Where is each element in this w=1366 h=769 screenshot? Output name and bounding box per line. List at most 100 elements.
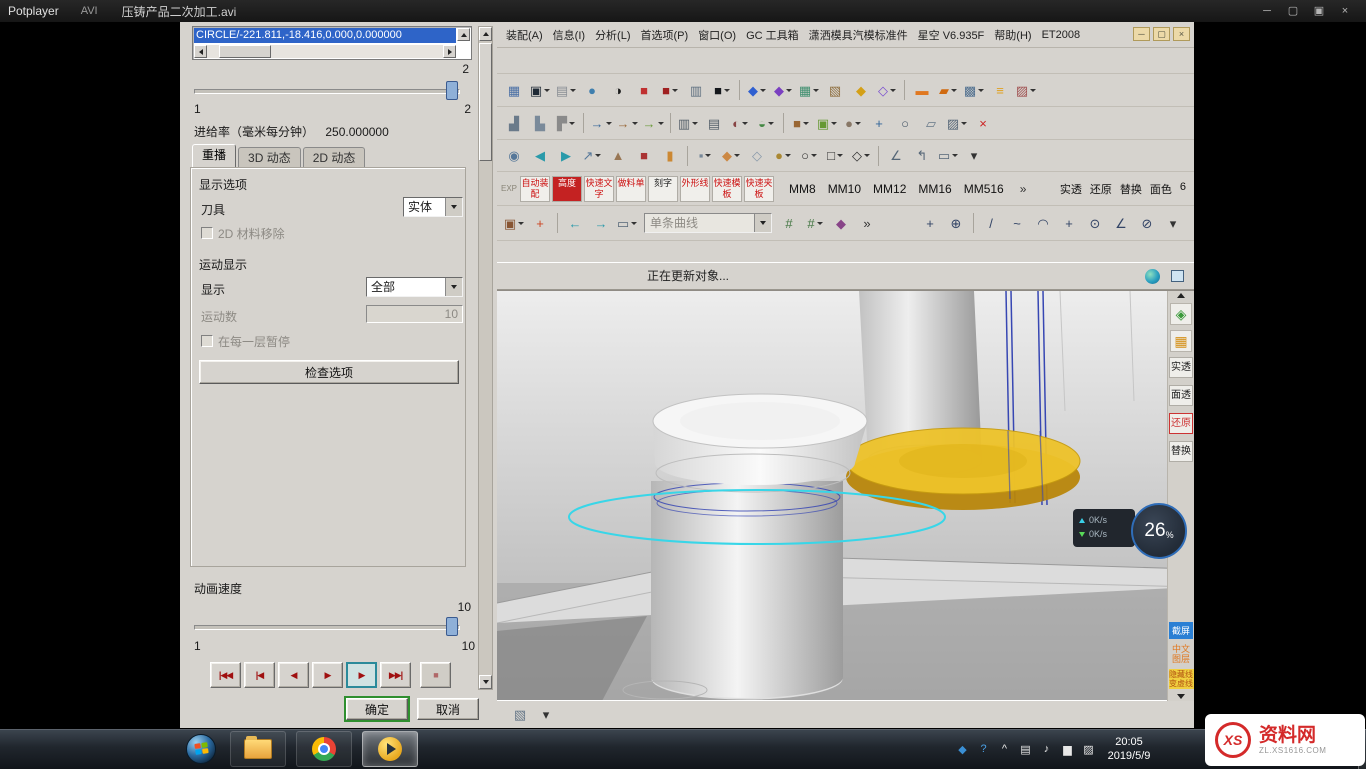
position-slider-thumb[interactable] bbox=[446, 81, 458, 100]
menu-item[interactable]: 装配(A) bbox=[501, 27, 548, 43]
toolbar-icon[interactable]: # bbox=[777, 211, 801, 235]
toolbar-icon[interactable]: ≡ bbox=[988, 78, 1012, 102]
close-button[interactable]: × bbox=[1332, 0, 1358, 22]
quick-button[interactable]: 刻字 bbox=[648, 176, 678, 202]
dialog-vscrollbar[interactable] bbox=[478, 26, 493, 690]
toolbar-icon[interactable]: ▨ bbox=[1014, 78, 1038, 102]
toolbar-icon[interactable]: ◀ bbox=[528, 144, 552, 168]
nx-minimize-button[interactable]: ─ bbox=[1133, 27, 1150, 41]
play-forward-button[interactable]: ▶ bbox=[312, 662, 343, 688]
toolbar-icon[interactable]: ▶ bbox=[554, 144, 578, 168]
pin-button[interactable]: ▣ bbox=[1306, 0, 1332, 22]
toolbar-icon[interactable]: ■ bbox=[789, 111, 813, 135]
gcode-listbox[interactable]: CIRCLE/-221.811,-18.416,0.000,0.000000 bbox=[192, 26, 472, 60]
go-to-start-button[interactable]: |◀◀ bbox=[210, 662, 241, 688]
toolbar-icon[interactable]: ▨ bbox=[945, 111, 969, 135]
toolbar-icon[interactable]: ↰ bbox=[910, 144, 934, 168]
toolbar-icon[interactable]: ◐ bbox=[728, 111, 752, 135]
scroll-left-icon[interactable] bbox=[194, 45, 207, 58]
snap-icon[interactable]: / bbox=[979, 211, 1003, 235]
toolbar-icon[interactable]: ▦ bbox=[502, 78, 526, 102]
toolbar-icon[interactable]: ▮ bbox=[658, 144, 682, 168]
scroll-up-icon[interactable] bbox=[1177, 293, 1185, 298]
toolbar-icon[interactable]: → bbox=[641, 111, 665, 135]
menu-item[interactable]: 星空 V6.935F bbox=[913, 27, 990, 43]
toolbar-icon[interactable]: → bbox=[615, 111, 639, 135]
gcode-selected-row[interactable]: CIRCLE/-221.811,-18.416,0.000,0.000000 bbox=[194, 28, 456, 43]
menu-item[interactable]: 潇洒模具汽模标准件 bbox=[804, 27, 913, 43]
toolbar-icon[interactable]: ◆ bbox=[829, 211, 853, 235]
nx-close-button[interactable]: × bbox=[1173, 27, 1190, 41]
quick-right-label[interactable]: 面色 bbox=[1150, 181, 1172, 197]
toolbar-icon[interactable]: » bbox=[855, 211, 879, 235]
toolbar-icon[interactable]: ▦ bbox=[797, 78, 821, 102]
taskbar-explorer-button[interactable] bbox=[230, 731, 286, 767]
toolbar-icon[interactable]: ▛ bbox=[554, 111, 578, 135]
workpiece-cylinder[interactable] bbox=[651, 481, 843, 698]
play-button[interactable]: ▶ bbox=[346, 662, 377, 688]
toolbar-icon[interactable]: ■ bbox=[632, 144, 656, 168]
check-options-button[interactable]: 检查选项 bbox=[199, 360, 459, 384]
toolbar-icon[interactable]: ▰ bbox=[936, 78, 960, 102]
toolbar-icon[interactable]: ← bbox=[563, 211, 587, 235]
toolbar-icon[interactable]: ▪ bbox=[693, 144, 717, 168]
snap-icon[interactable]: ∠ bbox=[1109, 211, 1133, 235]
toolbar-icon[interactable]: ○ bbox=[893, 111, 917, 135]
snap-icon[interactable]: + bbox=[918, 211, 942, 235]
ok-button[interactable]: 确定 bbox=[346, 698, 408, 720]
curve-rule-combobox[interactable]: 单条曲线 bbox=[644, 213, 772, 233]
cn-layer-button[interactable]: 中文图层 bbox=[1172, 644, 1190, 664]
nx-restore-button[interactable]: ▢ bbox=[1153, 27, 1170, 41]
mm-button[interactable]: MM8 bbox=[783, 182, 822, 196]
quick-right-label[interactable]: 实透 bbox=[1060, 181, 1082, 197]
toolbar-icon[interactable]: ∠ bbox=[884, 144, 908, 168]
toolbar-icon[interactable]: ▤ bbox=[702, 111, 726, 135]
menu-item[interactable]: 帮助(H) bbox=[989, 27, 1036, 43]
toolbar-icon[interactable]: ■ bbox=[658, 78, 682, 102]
hidden-line-button[interactable]: 隐藏线变虚线 bbox=[1169, 669, 1194, 689]
globe-icon[interactable] bbox=[1145, 269, 1160, 284]
quick-button[interactable]: 外形线 bbox=[680, 176, 710, 202]
stop-button[interactable]: ■ bbox=[420, 662, 451, 688]
toolbar-icon[interactable]: ▬ bbox=[910, 78, 934, 102]
toolbar-icon[interactable]: ▣ bbox=[502, 211, 526, 235]
gcode-hscrollbar[interactable] bbox=[194, 45, 456, 58]
step-back-button[interactable]: |◀ bbox=[244, 662, 275, 688]
scroll-up-icon[interactable] bbox=[457, 28, 470, 41]
go-to-end-button[interactable]: ▶▶| bbox=[380, 662, 411, 688]
taskbar-clock[interactable]: 20:05 2019/5/9 bbox=[1094, 735, 1164, 763]
quick-button[interactable]: 自动装配 bbox=[520, 176, 550, 202]
toolbar-icon[interactable]: ◆ bbox=[771, 78, 795, 102]
toolbar-icon[interactable]: ▾ bbox=[962, 144, 986, 168]
screenshot-button[interactable]: 截屏 bbox=[1169, 622, 1193, 639]
tab-2D 动态[interactable]: 2D 动态 bbox=[303, 147, 366, 168]
snap-icon[interactable]: ⊕ bbox=[944, 211, 968, 235]
material-removal-checkbox[interactable] bbox=[201, 227, 213, 239]
scroll-right-icon[interactable] bbox=[443, 45, 456, 58]
quick-button[interactable]: 快速模板 bbox=[712, 176, 742, 202]
toolbar-icon[interactable]: ▥ bbox=[676, 111, 700, 135]
maximize-button[interactable]: ▢ bbox=[1280, 0, 1306, 22]
toolbar-icon[interactable]: ○ bbox=[797, 144, 821, 168]
network-icon[interactable]: ▆ bbox=[1061, 743, 1074, 756]
toolbar-icon[interactable]: ◒ bbox=[754, 111, 778, 135]
viewport-canvas[interactable] bbox=[497, 291, 1194, 701]
toolbar-icon[interactable]: ◇ bbox=[875, 78, 899, 102]
snap-icon[interactable]: ▾ bbox=[1161, 211, 1185, 235]
toolbar-icon[interactable]: ◇ bbox=[745, 144, 769, 168]
toolbar-icon[interactable]: ▭ bbox=[615, 211, 639, 235]
tab-重播[interactable]: 重播 bbox=[192, 144, 236, 168]
scroll-down-icon[interactable] bbox=[1177, 694, 1185, 699]
mm-button[interactable]: MM10 bbox=[822, 182, 867, 196]
snap-icon[interactable]: ⊙ bbox=[1083, 211, 1107, 235]
toolbar-icon[interactable]: ▧ bbox=[508, 703, 532, 727]
toolbar-icon[interactable]: ● bbox=[841, 111, 865, 135]
panel-button[interactable]: 还原 bbox=[1169, 413, 1193, 434]
menu-item[interactable]: 分析(L) bbox=[590, 27, 635, 43]
chevron-down-icon[interactable] bbox=[754, 214, 771, 232]
chevron-down-icon[interactable] bbox=[445, 278, 462, 296]
scroll-down-icon[interactable] bbox=[479, 675, 492, 689]
diamond-icon[interactable]: ◈ bbox=[1170, 303, 1192, 325]
snap-icon[interactable]: ⊘ bbox=[1135, 211, 1159, 235]
tray-help-icon[interactable]: ? bbox=[977, 743, 990, 755]
